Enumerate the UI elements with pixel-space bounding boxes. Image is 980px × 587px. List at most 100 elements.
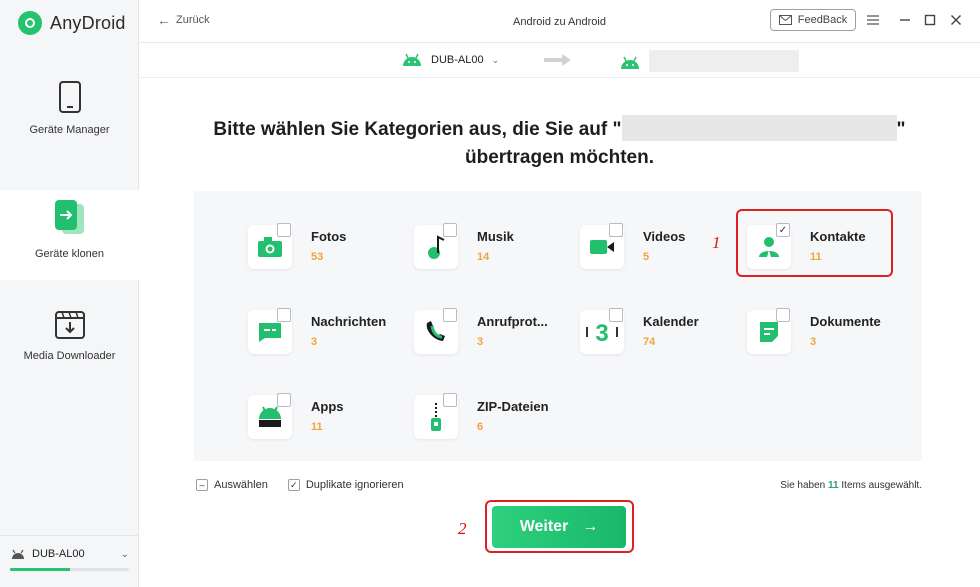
storage-fill [10, 568, 70, 571]
title-suffix: " [896, 119, 906, 140]
chevron-down-icon: ⌄ [491, 54, 500, 65]
partial-checkbox-icon[interactable]: – [196, 479, 208, 491]
back-button[interactable]: ← Zurück [157, 11, 210, 28]
category-name: Videos [643, 229, 686, 244]
sidebar-item-label: Media Downloader [23, 350, 116, 362]
category-checkbox[interactable] [776, 308, 790, 322]
summary-suffix: Items ausgewählt. [841, 480, 922, 491]
category-count: 3 [477, 336, 484, 348]
options-row: – Auswählen ✓ Duplikate ignorieren [196, 479, 404, 491]
category-count: 3 [810, 336, 817, 348]
category-checkbox[interactable] [609, 308, 623, 322]
android-icon [621, 56, 639, 69]
category-count: 6 [477, 421, 484, 433]
category-count: 11 [311, 421, 323, 433]
close-icon[interactable] [947, 11, 965, 29]
redacted-device-name [649, 50, 799, 72]
arrow-right-icon: → [582, 518, 599, 535]
weiter-label: Weiter [519, 518, 569, 535]
phone-icon [58, 81, 81, 113]
category-name: Musik [477, 229, 514, 244]
transfer-arrow-icon [544, 53, 572, 72]
category-name: Kalender [643, 314, 699, 329]
mail-icon [778, 15, 792, 25]
anydroid-logo-icon [18, 11, 42, 35]
feedback-label: FeedBack [797, 14, 848, 26]
category-name: Apps [311, 399, 344, 414]
source-device-selector[interactable]: DUB-AL00 ⌄ [401, 53, 499, 67]
category-checkbox[interactable] [277, 393, 291, 407]
sidebar-item-geraete-klonen[interactable]: Geräte klonen [0, 190, 139, 280]
step-annotation-2: 2 [458, 519, 467, 538]
category-name: ZIP-Dateien [477, 399, 549, 414]
sidebar: AnyDroid Geräte Manager Geräte klonen Me… [0, 0, 139, 587]
chevron-down-icon[interactable]: ⌄ [121, 549, 129, 560]
android-icon [12, 549, 24, 559]
back-label: Zurück [176, 14, 210, 26]
category-dokumente[interactable]: Dokumente 3 [747, 308, 897, 370]
category-zip-dateien[interactable]: ZIP-Dateien 6 [414, 393, 564, 455]
category-videos[interactable]: Videos 5 [580, 223, 730, 285]
select-all-toggle[interactable]: – Auswählen [196, 479, 268, 491]
category-panel: Fotos 53 Musik 14 Videos 5 ✓ Kontakte 11… [194, 191, 922, 461]
category-name: Fotos [311, 229, 347, 244]
category-fotos[interactable]: Fotos 53 [248, 223, 398, 285]
category-count: 3 [311, 336, 318, 348]
select-all-label: Auswählen [214, 479, 268, 491]
target-device [619, 50, 799, 72]
weiter-button[interactable]: Weiter → [492, 506, 626, 548]
step-annotation-1: 1 [712, 233, 721, 252]
category-kalender[interactable]: 3 Kalender 74 [580, 308, 730, 370]
device-name: DUB-AL00 [32, 548, 85, 560]
page-title: Bitte wählen Sie Kategorien aus, die Sie… [139, 115, 980, 172]
ignore-duplicates-toggle[interactable]: ✓ Duplikate ignorieren [287, 479, 404, 491]
category-name: Nachrichten [311, 314, 387, 329]
category-count: 11 [810, 251, 822, 263]
selection-summary: Sie haben 11 Items ausgewählt. [780, 480, 922, 491]
brand: AnyDroid [18, 11, 126, 35]
device-bar: DUB-AL00 ⌄ [139, 43, 980, 78]
storage-bar [10, 568, 129, 571]
sidebar-item-label: Geräte klonen [34, 248, 105, 260]
category-count: 5 [643, 251, 650, 263]
redacted-device-name [621, 115, 897, 141]
category-apps[interactable]: Apps 11 [248, 393, 398, 455]
summary-count: 11 [828, 480, 839, 491]
category-name: Anrufprot... [477, 314, 548, 329]
category-kontakte[interactable]: ✓ Kontakte 11 [747, 223, 897, 285]
category-checkbox[interactable] [277, 223, 291, 237]
sidebar-item-label: Geräte Manager [29, 124, 110, 136]
sidebar-item-geraete-manager[interactable]: Geräte Manager [0, 80, 139, 160]
category-nachrichten[interactable]: Nachrichten 3 [248, 308, 398, 370]
title-bar: ← Zurück Android zu Android FeedBack [139, 0, 980, 43]
svg-text:3: 3 [595, 320, 608, 345]
title-line2: übertragen möchten. [465, 147, 654, 168]
summary-prefix: Sie haben [780, 480, 826, 491]
maximize-icon[interactable] [921, 11, 939, 29]
category-checkbox[interactable] [443, 308, 457, 322]
minimize-icon[interactable] [896, 11, 914, 29]
category-count: 14 [477, 251, 490, 263]
checked-checkbox-icon[interactable]: ✓ [287, 479, 300, 491]
menu-icon[interactable] [864, 11, 882, 29]
category-name: Dokumente [810, 314, 881, 329]
category-anrufprotokolle[interactable]: Anrufprot... 3 [414, 308, 564, 370]
feedback-button[interactable]: FeedBack [770, 9, 856, 31]
download-icon [54, 311, 85, 339]
category-checkbox[interactable] [609, 223, 623, 237]
category-checkbox-checked[interactable]: ✓ [776, 223, 790, 237]
sidebar-item-media-downloader[interactable]: Media Downloader [0, 310, 139, 390]
category-count: 74 [643, 336, 656, 348]
brand-name: AnyDroid [50, 12, 126, 33]
category-name: Kontakte [810, 229, 866, 244]
category-musik[interactable]: Musik 14 [414, 223, 564, 285]
category-checkbox[interactable] [277, 308, 291, 322]
title-prefix: Bitte wählen Sie Kategorien aus, die Sie… [213, 119, 622, 140]
ignore-duplicates-label: Duplikate ignorieren [305, 479, 404, 491]
connected-device[interactable]: DUB-AL00 ⌄ [0, 535, 139, 587]
clone-icon [54, 200, 84, 234]
arrow-left-icon: ← [157, 11, 171, 28]
category-checkbox[interactable] [443, 393, 457, 407]
category-checkbox[interactable] [443, 223, 457, 237]
source-device-name: DUB-AL00 [431, 54, 484, 66]
